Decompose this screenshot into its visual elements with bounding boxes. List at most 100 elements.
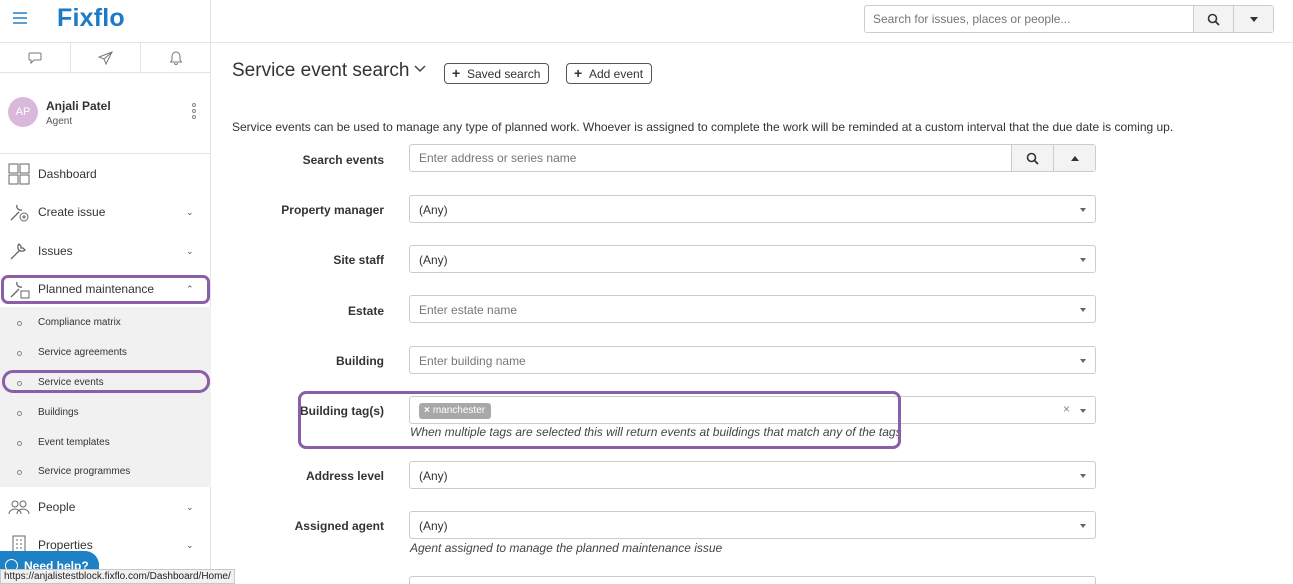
clear-icon[interactable]: × — [1063, 402, 1070, 416]
subnav-item-label: Compliance matrix — [38, 317, 121, 328]
property-manager-value: (Any) — [419, 203, 448, 217]
next-field-partial[interactable] — [409, 576, 1096, 584]
site-staff-value: (Any) — [419, 253, 448, 267]
user-menu-icon[interactable] — [192, 103, 196, 121]
user-name: Anjali Patel — [46, 99, 111, 113]
nav-create-issue[interactable]: Create issue ⌄ — [0, 193, 211, 231]
bell-icon[interactable] — [141, 43, 211, 72]
nav-dashboard-label: Dashboard — [38, 167, 97, 181]
caret-down-icon — [1080, 308, 1086, 312]
quick-actions — [0, 43, 211, 73]
property-manager-select[interactable]: (Any) — [409, 195, 1096, 223]
search-events-input[interactable] — [410, 145, 1010, 171]
subnav-item-service-agreements[interactable]: Service agreements — [0, 339, 211, 367]
property-manager-label: Property manager — [281, 203, 384, 217]
subnav-item-compliance-matrix[interactable]: Compliance matrix — [0, 309, 211, 337]
subnav-item-label: Service programmes — [38, 466, 131, 477]
assigned-agent-help: Agent assigned to manage the planned mai… — [410, 541, 723, 555]
title-chevron-down-icon[interactable] — [414, 65, 426, 73]
building-select[interactable]: Enter building name — [409, 346, 1096, 374]
chevron-down-icon: ⌄ — [186, 539, 194, 550]
address-level-select[interactable]: (Any) — [409, 461, 1096, 489]
add-event-button[interactable]: + Add event — [566, 63, 653, 84]
caret-down-icon — [1080, 524, 1086, 528]
global-search-button[interactable] — [1193, 6, 1233, 32]
site-staff-select[interactable]: (Any) — [409, 245, 1096, 273]
bullet-icon — [17, 441, 22, 446]
caret-down-icon — [1249, 16, 1258, 22]
subnav-item-label: Service agreements — [38, 347, 127, 358]
wrench-icon — [10, 243, 26, 260]
saved-search-button[interactable]: + Saved search — [444, 63, 550, 84]
wrench-plus-icon — [10, 204, 29, 222]
nav-people[interactable]: People ⌄ — [0, 488, 211, 526]
user-panel: AP Anjali Patel Agent — [0, 73, 211, 154]
bullet-icon — [17, 351, 22, 356]
chevron-down-icon: ⌄ — [186, 206, 194, 217]
assigned-agent-value: (Any) — [419, 519, 448, 533]
search-events-toggle-button[interactable] — [1053, 145, 1095, 171]
assigned-agent-label: Assigned agent — [294, 519, 384, 533]
send-icon[interactable] — [71, 43, 142, 72]
caret-down-icon — [1080, 258, 1086, 262]
plus-icon: + — [452, 65, 461, 81]
estate-select[interactable]: Enter estate name — [409, 295, 1096, 323]
global-search-dropdown-button[interactable] — [1233, 6, 1273, 32]
subnav-item-event-templates[interactable]: Event templates — [0, 429, 211, 457]
chevron-down-icon: ⌄ — [186, 245, 194, 256]
search-events-button[interactable] — [1011, 145, 1053, 171]
add-event-label: Add event — [589, 66, 644, 81]
global-search-input[interactable] — [865, 6, 1193, 32]
user-role: Agent — [46, 116, 73, 127]
nav-people-label: People — [38, 500, 76, 514]
highlight-planned-maintenance — [1, 275, 210, 304]
site-staff-label: Site staff — [333, 253, 384, 267]
address-level-label: Address level — [305, 469, 384, 483]
subnav-planned-maintenance: Compliance matrix Service agreements Ser… — [0, 307, 211, 487]
people-icon — [8, 500, 30, 515]
subnav-item-label: Event templates — [38, 437, 110, 448]
caret-down-icon — [1080, 409, 1086, 413]
caret-up-icon — [1070, 155, 1079, 161]
search-icon — [1207, 13, 1220, 26]
caret-down-icon — [1080, 359, 1086, 363]
nav-issues-label: Issues — [38, 244, 73, 258]
caret-down-icon — [1080, 474, 1086, 478]
nav-create-issue-label: Create issue — [38, 205, 106, 219]
estate-label: Estate — [347, 304, 384, 318]
app-root: Fixflo AP Anjali Patel Agent Dashboard C… — [0, 0, 1293, 584]
global-search — [864, 5, 1274, 33]
intro-text: Service events can be used to manage any… — [232, 120, 1174, 134]
top-bar — [211, 0, 1293, 43]
sidebar: Fixflo AP Anjali Patel Agent Dashboard C… — [0, 0, 235, 584]
address-level-value: (Any) — [419, 469, 448, 483]
search-events-field — [409, 144, 1096, 172]
main-content: Service event search + Saved search + Ad… — [211, 43, 1293, 584]
search-events-label: Search events — [302, 153, 384, 167]
building-placeholder: Enter building name — [419, 354, 526, 368]
status-bar-url: https://anjalistestblock.fixflo.com/Dash… — [0, 569, 235, 584]
subnav-item-buildings[interactable]: Buildings — [0, 399, 211, 427]
fixflo-logo[interactable]: Fixflo — [57, 4, 125, 33]
nav-dashboard[interactable]: Dashboard — [0, 155, 211, 193]
chevron-down-icon: ⌄ — [186, 501, 194, 512]
bullet-icon — [17, 411, 22, 416]
hamburger-menu-icon[interactable] — [13, 12, 27, 26]
nav-issues[interactable]: Issues ⌄ — [0, 232, 211, 270]
caret-down-icon — [1080, 208, 1086, 212]
search-icon — [1026, 152, 1039, 165]
saved-search-label: Saved search — [467, 66, 541, 81]
plus-icon: + — [574, 65, 583, 81]
dashboard-icon — [8, 163, 30, 185]
bullet-icon — [17, 321, 22, 326]
highlight-building-tags — [298, 391, 901, 449]
assigned-agent-select[interactable]: (Any) — [409, 511, 1096, 539]
building-label: Building — [336, 354, 384, 368]
chat-icon[interactable] — [0, 43, 71, 72]
nav-properties-label: Properties — [38, 538, 93, 552]
page-title: Service event search — [232, 60, 410, 81]
subnav-item-service-programmes[interactable]: Service programmes — [0, 458, 211, 486]
avatar[interactable]: AP — [8, 97, 38, 127]
bullet-icon — [17, 470, 22, 475]
highlight-service-events — [2, 370, 210, 393]
